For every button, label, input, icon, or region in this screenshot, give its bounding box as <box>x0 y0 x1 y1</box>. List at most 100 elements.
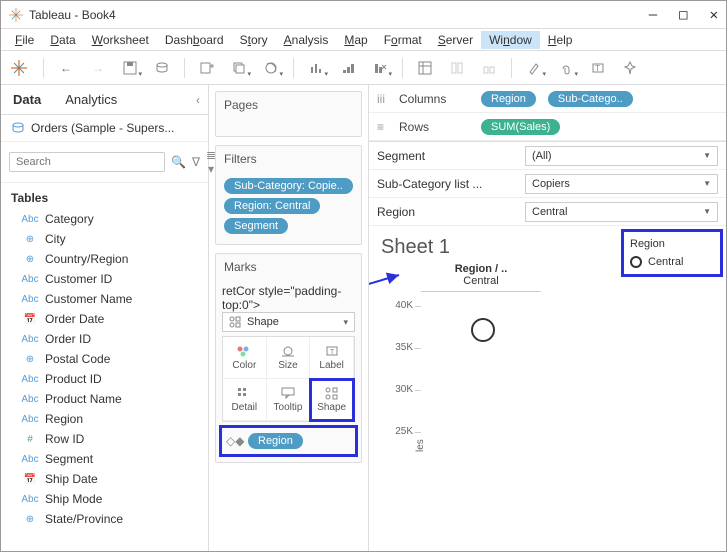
chart-area[interactable]: 40K 35K 30K 25K les <box>421 291 541 471</box>
svg-text:T: T <box>595 64 600 73</box>
pages-card[interactable]: Pages <box>215 91 362 137</box>
marks-color-button[interactable]: Color <box>223 337 267 379</box>
columns-pill-region[interactable]: Region <box>481 91 536 107</box>
field-row-id[interactable]: #Row ID <box>1 429 208 449</box>
field-order-date[interactable]: 📅Order Date <box>1 309 208 329</box>
filter-pill-segment[interactable]: Segment <box>224 218 288 234</box>
columns-pill-subcategory[interactable]: Sub-Catego.. <box>548 91 633 107</box>
field-order-id[interactable]: AbcOrder ID <box>1 329 208 349</box>
menu-analysis[interactable]: Analysis <box>276 31 337 49</box>
minimize-button[interactable]: — <box>649 7 657 23</box>
legend-shape-icon <box>630 256 642 268</box>
field-search-input[interactable] <box>9 152 165 172</box>
field-category[interactable]: AbcCategory <box>1 209 208 229</box>
field-product-id[interactable]: AbcProduct ID <box>1 369 208 389</box>
field-customer-name[interactable]: AbcCustomer Name <box>1 289 208 309</box>
field-region[interactable]: AbcRegion <box>1 409 208 429</box>
menu-dashboard[interactable]: Dashboard <box>157 31 232 49</box>
new-worksheet-button[interactable] <box>193 56 221 80</box>
marks-shape-button[interactable]: Shape <box>310 379 354 421</box>
filter-pill-subcategory[interactable]: Sub-Category: Copie.. <box>224 178 353 194</box>
menu-window[interactable]: Window <box>481 31 540 49</box>
marks-detail-button[interactable]: Detail <box>223 379 267 421</box>
marks-size-button[interactable]: Size <box>267 337 311 379</box>
marks-card[interactable]: Marks retCor style="padding-top:0"> Shap… <box>215 253 362 463</box>
field-ship-date[interactable]: 📅Ship Date <box>1 469 208 489</box>
datasource-item[interactable]: Orders (Sample - Supers... <box>1 115 208 142</box>
marks-type-select[interactable]: Shape <box>222 312 355 332</box>
quickfilter-subcategory-select[interactable]: Copiers <box>525 174 718 194</box>
menu-help[interactable]: Help <box>540 31 581 49</box>
datasource-icon <box>11 121 25 135</box>
sheet-title[interactable]: Sheet 1 <box>381 236 612 259</box>
filter-pill-region[interactable]: Region: Central <box>224 198 320 214</box>
field-postal-code[interactable]: ⊕Postal Code <box>1 349 208 369</box>
tab-analytics[interactable]: Analytics <box>53 86 129 113</box>
filters-card[interactable]: Filters Sub-Category: Copie.. Region: Ce… <box>215 145 362 245</box>
menu-story[interactable]: Story <box>232 31 276 49</box>
cards-pane: Pages Filters Sub-Category: Copie.. Regi… <box>209 85 369 551</box>
menu-data[interactable]: Data <box>42 31 83 49</box>
new-datasource-button[interactable] <box>148 56 176 80</box>
tableau-icon[interactable] <box>9 58 29 78</box>
highlight-button[interactable] <box>520 56 548 80</box>
field-city[interactable]: ⊕City <box>1 229 208 249</box>
legend-item-central[interactable]: Central <box>630 256 714 268</box>
fields-list: AbcCategory ⊕City ⊕Country/Region AbcCus… <box>1 209 208 551</box>
menu-map[interactable]: Map <box>336 31 375 49</box>
shape-legend[interactable]: Region Central <box>624 232 720 274</box>
group-button[interactable] <box>443 56 471 80</box>
show-caption-button[interactable]: T <box>584 56 612 80</box>
title-bar: Tableau - Book4 — □ ✕ <box>1 1 726 29</box>
quickfilter-segment: Segment (All) <box>369 142 726 170</box>
menu-worksheet[interactable]: Worksheet <box>84 31 157 49</box>
marks-pill-region[interactable]: Region <box>248 433 303 449</box>
maximize-button[interactable]: □ <box>679 7 687 23</box>
field-state-province[interactable]: ⊕State/Province <box>1 509 208 529</box>
close-button[interactable]: ✕ <box>710 7 718 23</box>
window-title: Tableau - Book4 <box>29 8 649 22</box>
viz-canvas[interactable]: Sheet 1 Region / .. Central 40K 35K 30K … <box>369 226 624 551</box>
data-mark-central[interactable] <box>471 318 495 342</box>
undo-button[interactable]: ← <box>52 56 80 80</box>
rows-shelf[interactable]: ≡ Rows SUM(Sales) <box>369 113 726 141</box>
toolbar: ← → T <box>1 51 726 85</box>
field-product-name[interactable]: AbcProduct Name <box>1 389 208 409</box>
tableau-logo-icon <box>9 8 23 22</box>
save-button[interactable] <box>116 56 144 80</box>
field-customer-id[interactable]: AbcCustomer ID <box>1 269 208 289</box>
field-country-region[interactable]: ⊕Country/Region <box>1 249 208 269</box>
legend-title: Region <box>630 238 714 250</box>
attach-button[interactable] <box>552 56 580 80</box>
show-labels-button[interactable] <box>475 56 503 80</box>
marks-label-button[interactable]: TLabel <box>310 337 354 379</box>
column-header[interactable]: Region / .. Central <box>421 263 541 287</box>
duplicate-button[interactable] <box>225 56 253 80</box>
quickfilter-region-select[interactable]: Central <box>525 202 718 222</box>
menu-format[interactable]: Format <box>376 31 430 49</box>
worksheet-area: iii Columns Region Sub-Catego.. ≡ Rows S… <box>369 85 726 551</box>
tables-header: Tables <box>1 183 208 209</box>
swap-button[interactable] <box>302 56 330 80</box>
marks-tooltip-button[interactable]: Tooltip <box>267 379 311 421</box>
collapse-pane-icon[interactable]: ‹ <box>188 93 208 107</box>
clear-button[interactable] <box>257 56 285 80</box>
marks-shape-field-row[interactable]: ◇◆ Region <box>222 428 355 454</box>
rows-icon: ≡ <box>377 120 391 134</box>
menu-file[interactable]: File <box>7 31 42 49</box>
sort-asc-button[interactable] <box>334 56 362 80</box>
sort-desc-button[interactable] <box>366 56 394 80</box>
field-segment[interactable]: AbcSegment <box>1 449 208 469</box>
columns-shelf[interactable]: iii Columns Region Sub-Catego.. <box>369 85 726 113</box>
filter-fields-icon[interactable]: ∇ <box>192 155 200 169</box>
tab-data[interactable]: Data <box>1 86 53 113</box>
quickfilter-segment-select[interactable]: (All) <box>525 146 718 166</box>
totals-button[interactable] <box>411 56 439 80</box>
quickfilter-region: Region Central <box>369 198 726 226</box>
redo-button[interactable]: → <box>84 56 112 80</box>
pin-button[interactable] <box>616 56 644 80</box>
rows-pill-sales[interactable]: SUM(Sales) <box>481 119 560 135</box>
menu-server[interactable]: Server <box>430 31 481 49</box>
field-ship-mode[interactable]: AbcShip Mode <box>1 489 208 509</box>
search-icon[interactable]: 🔍 <box>171 155 186 169</box>
